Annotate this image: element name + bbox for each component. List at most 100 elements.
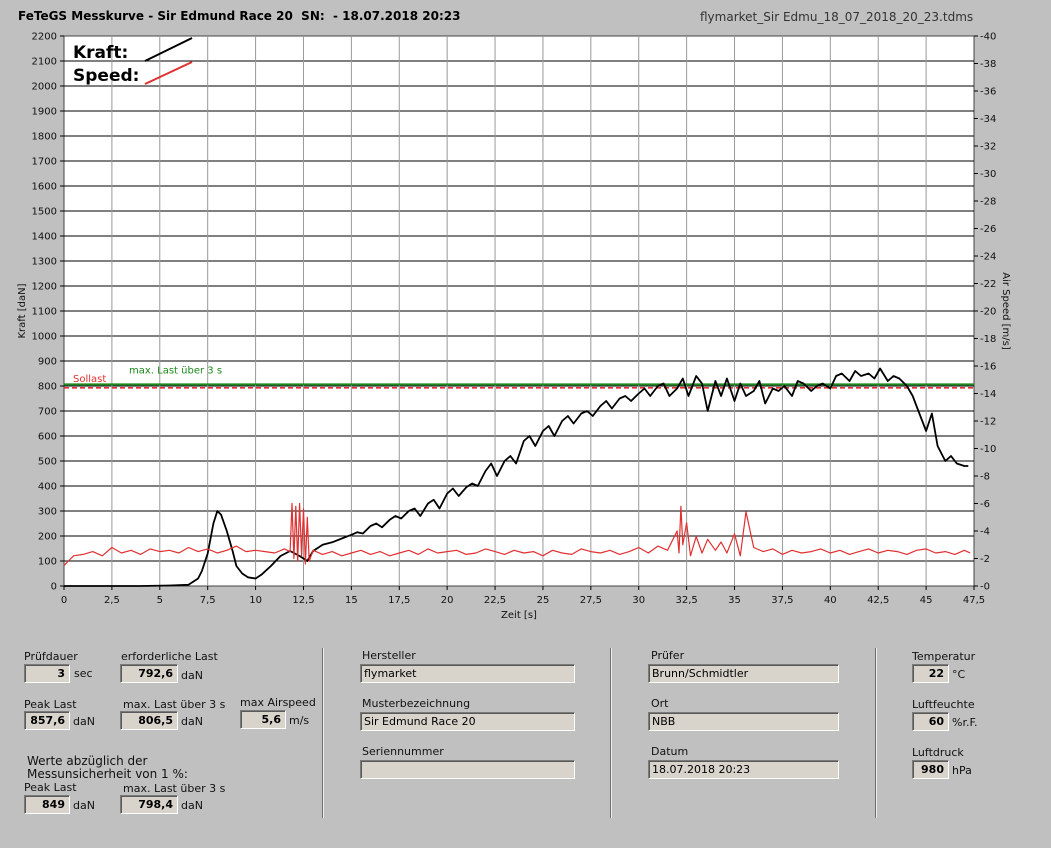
max-airspeed-unit: m/s <box>289 714 310 727</box>
x-axis-label: Zeit [s] <box>501 610 537 621</box>
y2-tick-label: -22 <box>980 279 996 290</box>
y2-tick-label: -30 <box>980 169 996 180</box>
y-axis-label: Kraft [daN] <box>17 283 28 338</box>
y-tick-label: 1300 <box>32 257 57 268</box>
x-tick-label: 32,5 <box>675 595 697 606</box>
y-tick-label: 2000 <box>32 82 57 93</box>
y-tick-label: 100 <box>38 557 57 568</box>
max-last2-label: max. Last über 3 s <box>123 782 226 795</box>
pruefer-field: Brunn/Schmidtler <box>648 664 839 683</box>
luftfeuchte-field: 60 <box>912 712 949 731</box>
panel-separator <box>322 648 324 818</box>
x-tick-label: 45 <box>920 595 933 606</box>
luftfeuchte-unit: %r.F. <box>952 716 978 729</box>
legend-label-speed: Speed: <box>73 66 139 86</box>
temperatur-unit: °C <box>952 668 966 681</box>
y2-tick-label: -2 <box>980 554 990 565</box>
x-tick-label: 30 <box>632 595 645 606</box>
pruefdauer-field: 3 <box>24 664 70 683</box>
luftdruck-field: 980 <box>912 760 949 779</box>
max-airspeed-field: 5,6 <box>240 710 286 729</box>
peak-last-label: Peak Last <box>24 698 77 711</box>
y-tick-label: 1600 <box>32 182 57 193</box>
max-last-label: max. Last über 3 s <box>123 698 226 711</box>
datum-label: Datum <box>651 745 689 758</box>
y-tick-label: 2100 <box>32 57 57 68</box>
max-last2-unit: daN <box>181 799 203 812</box>
x-tick-label: 25 <box>537 595 550 606</box>
x-tick-label: 17,5 <box>388 595 410 606</box>
x-tick-label: 42,5 <box>867 595 889 606</box>
peak-last-unit: daN <box>73 715 95 728</box>
x-tick-label: 5 <box>157 595 163 606</box>
x-tick-label: 22,5 <box>484 595 506 606</box>
y-tick-label: 200 <box>38 532 57 543</box>
pruefer-label: Prüfer <box>651 649 685 662</box>
y-tick-label: 2200 <box>32 32 57 43</box>
y-tick-label: 1400 <box>32 232 57 243</box>
x-tick-label: 37,5 <box>771 595 793 606</box>
serien-label: Seriennummer <box>362 745 444 758</box>
x-tick-label: 7,5 <box>200 595 216 606</box>
muster-label: Musterbezeichnung <box>362 697 471 710</box>
y2-tick-label: -20 <box>980 307 996 318</box>
y-tick-label: 300 <box>38 507 57 518</box>
y2-tick-label: -14 <box>980 389 996 400</box>
datum-field: 18.07.2018 20:23 <box>648 760 839 779</box>
y2-tick-label: -26 <box>980 224 996 235</box>
peak-last-field: 857,6 <box>24 711 70 730</box>
y-tick-label: 1200 <box>32 282 57 293</box>
y-tick-label: 0 <box>51 582 57 593</box>
y2-axis-label: Air Speed [m/s] <box>1000 272 1011 350</box>
panel-separator <box>610 648 612 818</box>
y2-tick-label: -24 <box>980 252 996 263</box>
luftdruck-unit: hPa <box>952 764 972 777</box>
note-line2: Messunsicherheit von 1 %: <box>27 767 188 781</box>
x-tick-label: 0 <box>61 595 67 606</box>
peak-last2-field: 849 <box>24 795 70 814</box>
y2-tick-label: -4 <box>980 527 990 538</box>
y-tick-label: 600 <box>38 432 57 443</box>
luftdruck-label: Luftdruck <box>912 746 964 759</box>
erf-last-unit: daN <box>181 669 203 682</box>
x-tick-label: 40 <box>824 595 837 606</box>
temperatur-label: Temperatur <box>912 650 976 663</box>
panel-separator <box>875 648 877 818</box>
hersteller-field: flymarket <box>360 664 575 683</box>
peak-last2-label: Peak Last <box>24 781 77 794</box>
y2-tick-label: -16 <box>980 362 996 373</box>
y2-tick-label: -12 <box>980 417 996 428</box>
erf-last-field: 792,6 <box>120 664 178 683</box>
y2-tick-label: -38 <box>980 59 996 70</box>
max-last-line-label: max. Last über 3 s <box>129 365 222 376</box>
legend-label-kraft: Kraft: <box>73 43 128 63</box>
y-tick-label: 1100 <box>32 307 57 318</box>
y-tick-label: 1800 <box>32 132 57 143</box>
x-tick-label: 35 <box>728 595 741 606</box>
luftfeuchte-label: Luftfeuchte <box>912 698 975 711</box>
note-line1: Werte abzüglich der <box>27 754 148 768</box>
x-tick-label: 20 <box>441 595 454 606</box>
y-tick-label: 1500 <box>32 207 57 218</box>
force-speed-chart: 0100200300400500600700800900100011001200… <box>17 32 1011 622</box>
y2-tick-label: -0 <box>980 582 990 593</box>
y2-tick-label: -28 <box>980 197 996 208</box>
y-tick-label: 1700 <box>32 157 57 168</box>
max-last-field: 806,5 <box>120 711 178 730</box>
serien-field <box>360 760 575 779</box>
sollast-label: Sollast <box>73 374 106 385</box>
y2-tick-label: -36 <box>980 87 996 98</box>
x-tick-label: 15 <box>345 595 358 606</box>
y-tick-label: 400 <box>38 482 57 493</box>
muster-field: Sir Edmund Race 20 <box>360 712 575 731</box>
max-last2-field: 798,4 <box>120 795 178 814</box>
temperatur-field: 22 <box>912 664 949 683</box>
y2-tick-label: -10 <box>980 444 996 455</box>
y2-tick-label: -32 <box>980 142 996 153</box>
y-tick-label: 500 <box>38 457 57 468</box>
y2-tick-label: -40 <box>980 32 996 43</box>
hersteller-label: Hersteller <box>362 649 416 662</box>
x-tick-label: 10 <box>249 595 262 606</box>
pruefdauer-label: Prüfdauer <box>24 650 78 663</box>
peak-last2-unit: daN <box>73 799 95 812</box>
